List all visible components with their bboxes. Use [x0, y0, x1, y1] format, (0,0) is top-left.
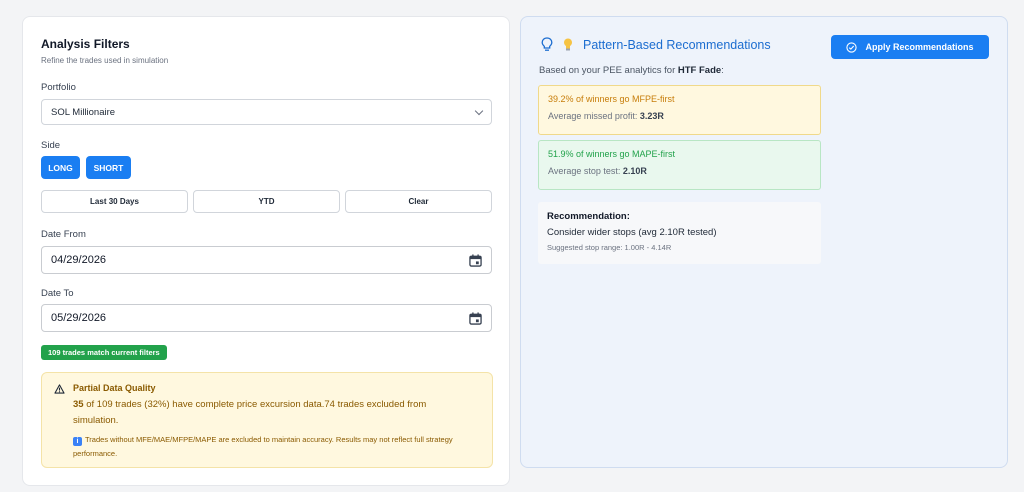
- data-quality-note: i Trades without MFE/MAE/MFPE/MAPE are ex…: [73, 433, 473, 461]
- recommendation-label: Recommendation:: [547, 211, 630, 222]
- data-quality-note-text: Trades without MFE/MAE/MFPE/MAPE are exc…: [73, 435, 453, 458]
- mfpe-insight-card: 39.2% of winners go MFPE-first Average m…: [538, 85, 821, 135]
- date-from-input[interactable]: 04/29/2026: [41, 246, 492, 274]
- data-quality-alert: Partial Data Quality 35 of 109 trades (3…: [41, 372, 493, 468]
- side-label: Side: [41, 140, 61, 151]
- mfpe-insight-line: 39.2% of winners go MFPE-first: [548, 94, 675, 104]
- missed-profit-line: Average missed profit: 3.23R: [548, 111, 811, 121]
- warning-triangle-icon: [54, 384, 65, 394]
- apply-recommendations-button[interactable]: Apply Recommendations: [831, 35, 989, 59]
- info-icon: i: [73, 437, 82, 446]
- portfolio-select-value: SOL Millionaire: [51, 106, 116, 118]
- based-on-text: Based on your PEE analytics for HTF Fade…: [539, 65, 724, 76]
- mape-insight-card: 51.9% of winners go MAPE-first Average s…: [538, 140, 821, 190]
- recommendations-title: Pattern-Based Recommendations: [583, 38, 771, 52]
- portfolio-label: Portfolio: [41, 82, 76, 93]
- missed-profit-value: 3.23R: [639, 111, 664, 121]
- date-to-value: 05/29/2026: [51, 312, 107, 324]
- portfolio-select[interactable]: SOL Millionaire: [41, 99, 492, 125]
- recommendation-text: Consider wider stops (avg 2.10R tested): [547, 227, 717, 238]
- pattern-name: HTF Fade: [677, 65, 722, 76]
- calendar-icon[interactable]: [469, 311, 482, 325]
- data-quality-body: 35 of 109 trades (32%) have complete pri…: [73, 397, 473, 429]
- stop-test-label: Average stop test:: [548, 166, 623, 176]
- bulb-emoji-icon: [564, 38, 572, 51]
- data-quality-text: of 109 trades (32%) have complete price …: [73, 399, 427, 426]
- stop-test-line: Average stop test: 2.10R: [548, 166, 811, 176]
- trades-match-badge: 109 trades match current filters: [41, 345, 167, 360]
- last-30-days-button[interactable]: Last 30 Days: [41, 190, 188, 213]
- chevron-down-icon: [474, 106, 484, 115]
- recommendation-box: Recommendation: Consider wider stops (av…: [538, 202, 821, 264]
- complete-trades-count: 35: [73, 399, 84, 410]
- data-quality-title: Partial Data Quality: [73, 383, 156, 393]
- date-from-value: 04/29/2026: [51, 254, 107, 266]
- stop-test-value: 2.10R: [622, 166, 647, 176]
- suggested-stop-range: Suggested stop range: 1.00R - 4.14R: [547, 243, 672, 252]
- calendar-icon[interactable]: [469, 253, 482, 267]
- check-circle-icon: [846, 41, 858, 53]
- date-to-input[interactable]: 05/29/2026: [41, 304, 492, 332]
- analysis-filters-panel: Analysis Filters Refine the trades used …: [22, 16, 510, 486]
- side-long-button[interactable]: LONG: [41, 156, 80, 179]
- filters-subtitle: Refine the trades used in simulation: [41, 56, 169, 65]
- ytd-button[interactable]: YTD: [193, 190, 340, 213]
- clear-button[interactable]: Clear: [345, 190, 492, 213]
- based-on-suffix: :: [721, 65, 724, 76]
- based-on-prefix: Based on your PEE analytics for: [539, 65, 678, 76]
- date-to-label: Date To: [41, 288, 74, 299]
- missed-profit-label: Average missed profit:: [548, 111, 640, 121]
- recommendations-panel: Pattern-Based Recommendations Apply Reco…: [520, 16, 1008, 468]
- side-short-button[interactable]: SHORT: [86, 156, 131, 179]
- apply-recommendations-label: Apply Recommendations: [865, 42, 974, 52]
- lightbulb-icon: [541, 37, 553, 51]
- date-from-label: Date From: [41, 229, 86, 240]
- mape-insight-line: 51.9% of winners go MAPE-first: [548, 149, 676, 159]
- filters-title: Analysis Filters: [41, 37, 130, 51]
